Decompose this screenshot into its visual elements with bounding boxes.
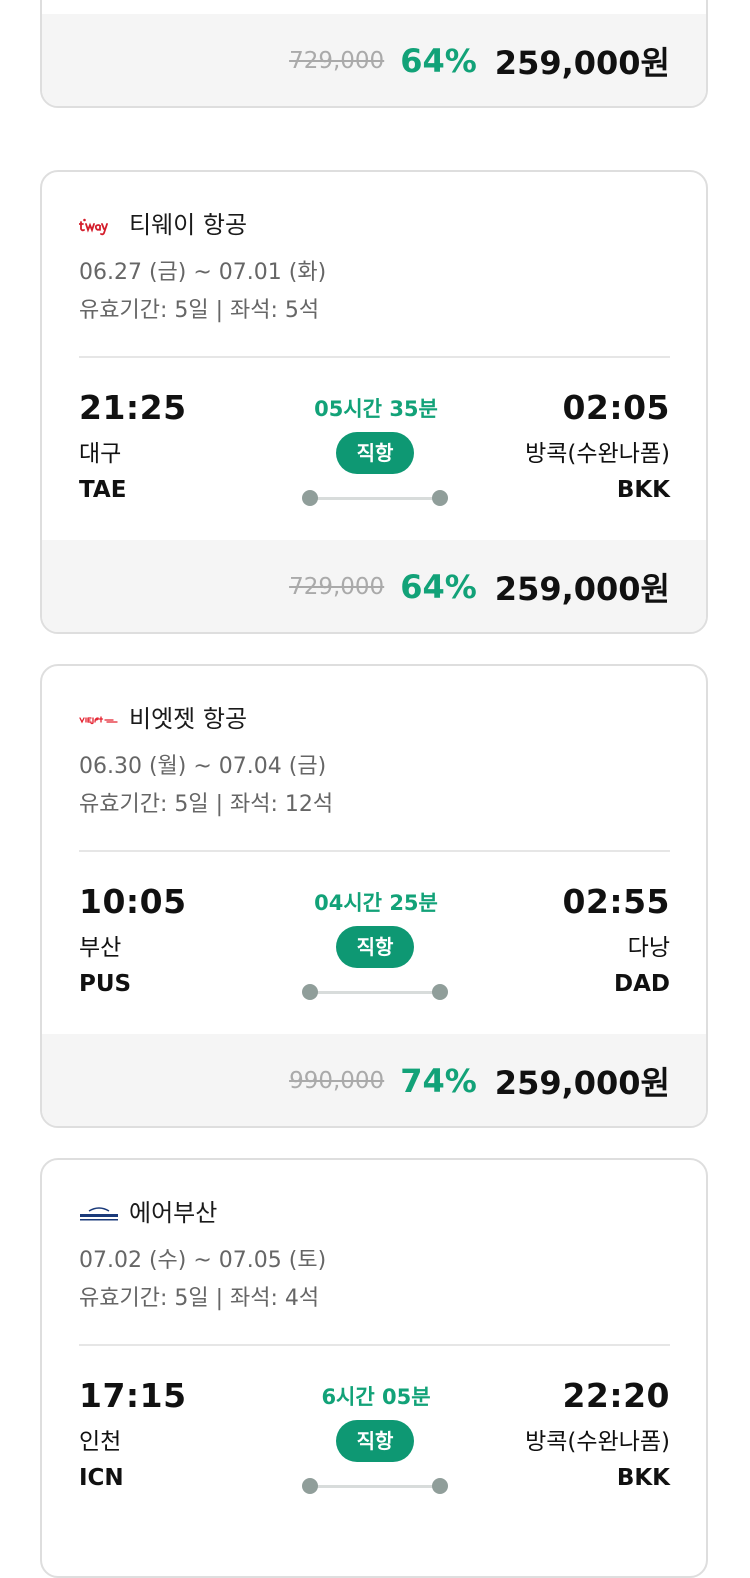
divider: [79, 850, 670, 852]
flight-deal-card[interactable]: 비엣젯 항공 06.30 (월) ~ 07.04 (금) 유효기간: 5일 | 좌석…: [40, 664, 708, 1128]
airline-row: 비엣젯 항공: [79, 704, 247, 734]
airline-name: 에어부산: [129, 1199, 218, 1227]
price-row: 990,000 74% 259,000원: [289, 1034, 670, 1126]
route-destination-dot: [432, 490, 448, 506]
departure-time: 21:25: [79, 388, 187, 427]
original-price: 990,000: [289, 1068, 385, 1094]
departure-code: TAE: [79, 477, 127, 503]
final-price: 259,000원: [494, 570, 670, 608]
route-line: [310, 497, 440, 500]
flight-deal-card[interactable]: 에어부산 07.02 (수) ~ 07.05 (토) 유효기간: 5일 | 좌석: …: [40, 1158, 708, 1578]
departure-code: ICN: [79, 1465, 124, 1491]
departure-city: 인천: [79, 1429, 122, 1455]
airbusan-logo-icon: [80, 1207, 118, 1221]
final-price: 259,000원: [494, 1064, 670, 1102]
price-row: 729,000 64% 259,000원: [289, 14, 670, 106]
route-origin-dot: [302, 984, 318, 1000]
departure-time: 10:05: [79, 882, 187, 921]
divider: [79, 356, 670, 358]
final-price: 259,000원: [494, 44, 670, 82]
travel-dates: 06.27 (금) ~ 07.01 (화): [79, 260, 327, 285]
arrival-city: 방콕(수완나폼): [525, 1429, 670, 1455]
direct-flight-badge: 직항: [336, 926, 414, 968]
price-bar: 990,000 74% 259,000원: [42, 1034, 706, 1126]
arrival-city: 다낭: [627, 935, 670, 961]
airline-row: 에어부산: [79, 1198, 217, 1228]
arrival-code: DAD: [614, 971, 670, 997]
airline-name: 티웨이 항공: [129, 211, 248, 239]
travel-dates: 06.30 (월) ~ 07.04 (금): [79, 754, 327, 779]
travel-dates: 07.02 (수) ~ 07.05 (토): [79, 1248, 327, 1273]
route-origin-dot: [302, 490, 318, 506]
arrival-code: BKK: [616, 477, 670, 503]
arrival-city: 방콕(수완나폼): [525, 441, 670, 467]
arrival-time: 02:55: [562, 882, 670, 921]
departure-city: 부산: [79, 935, 122, 961]
price-bar: 729,000 64% 259,000원: [42, 540, 706, 632]
original-price: 729,000: [289, 48, 385, 74]
flight-duration: 05시간 35분: [314, 397, 438, 421]
departure-time: 17:15: [79, 1376, 187, 1415]
original-price: 729,000: [289, 574, 385, 600]
direct-flight-badge: 직항: [336, 1420, 414, 1462]
route-line: [310, 1485, 440, 1488]
validity-seats: 유효기간: 5일 | 좌석: 12석: [79, 792, 334, 817]
direct-flight-badge: 직항: [336, 432, 414, 474]
price-bar: 729,000 64% 259,000원: [42, 14, 706, 106]
flight-deal-card[interactable]: TAEBKK729,00064%259,000원: [40, 0, 708, 108]
arrival-time: 22:20: [562, 1376, 670, 1415]
discount-rate: 64%: [400, 568, 477, 606]
tway-logo-icon: [79, 218, 108, 236]
airline-name: 비엣젯 항공: [129, 705, 248, 733]
validity-seats: 유효기간: 5일 | 좌석: 4석: [79, 1286, 320, 1311]
route-destination-dot: [432, 1478, 448, 1494]
arrival-time: 02:05: [562, 388, 670, 427]
arrival-code: BKK: [616, 1465, 670, 1491]
airline-row: 티웨이 항공: [79, 210, 247, 240]
flight-duration: 04시간 25분: [314, 891, 438, 915]
route-line: [310, 991, 440, 994]
departure-code: PUS: [79, 971, 132, 997]
flight-deal-card[interactable]: 티웨이 항공 06.27 (금) ~ 07.01 (화) 유효기간: 5일 | 좌석…: [40, 170, 708, 634]
discount-rate: 64%: [400, 42, 477, 80]
discount-rate: 74%: [400, 1062, 477, 1100]
flight-duration: 6시간 05분: [321, 1385, 431, 1409]
route-origin-dot: [302, 1478, 318, 1494]
departure-city: 대구: [79, 441, 122, 467]
divider: [79, 1344, 670, 1346]
vietjet-logo-icon: [79, 716, 118, 725]
route-destination-dot: [432, 984, 448, 1000]
price-row: 729,000 64% 259,000원: [289, 540, 670, 632]
validity-seats: 유효기간: 5일 | 좌석: 5석: [79, 298, 320, 323]
